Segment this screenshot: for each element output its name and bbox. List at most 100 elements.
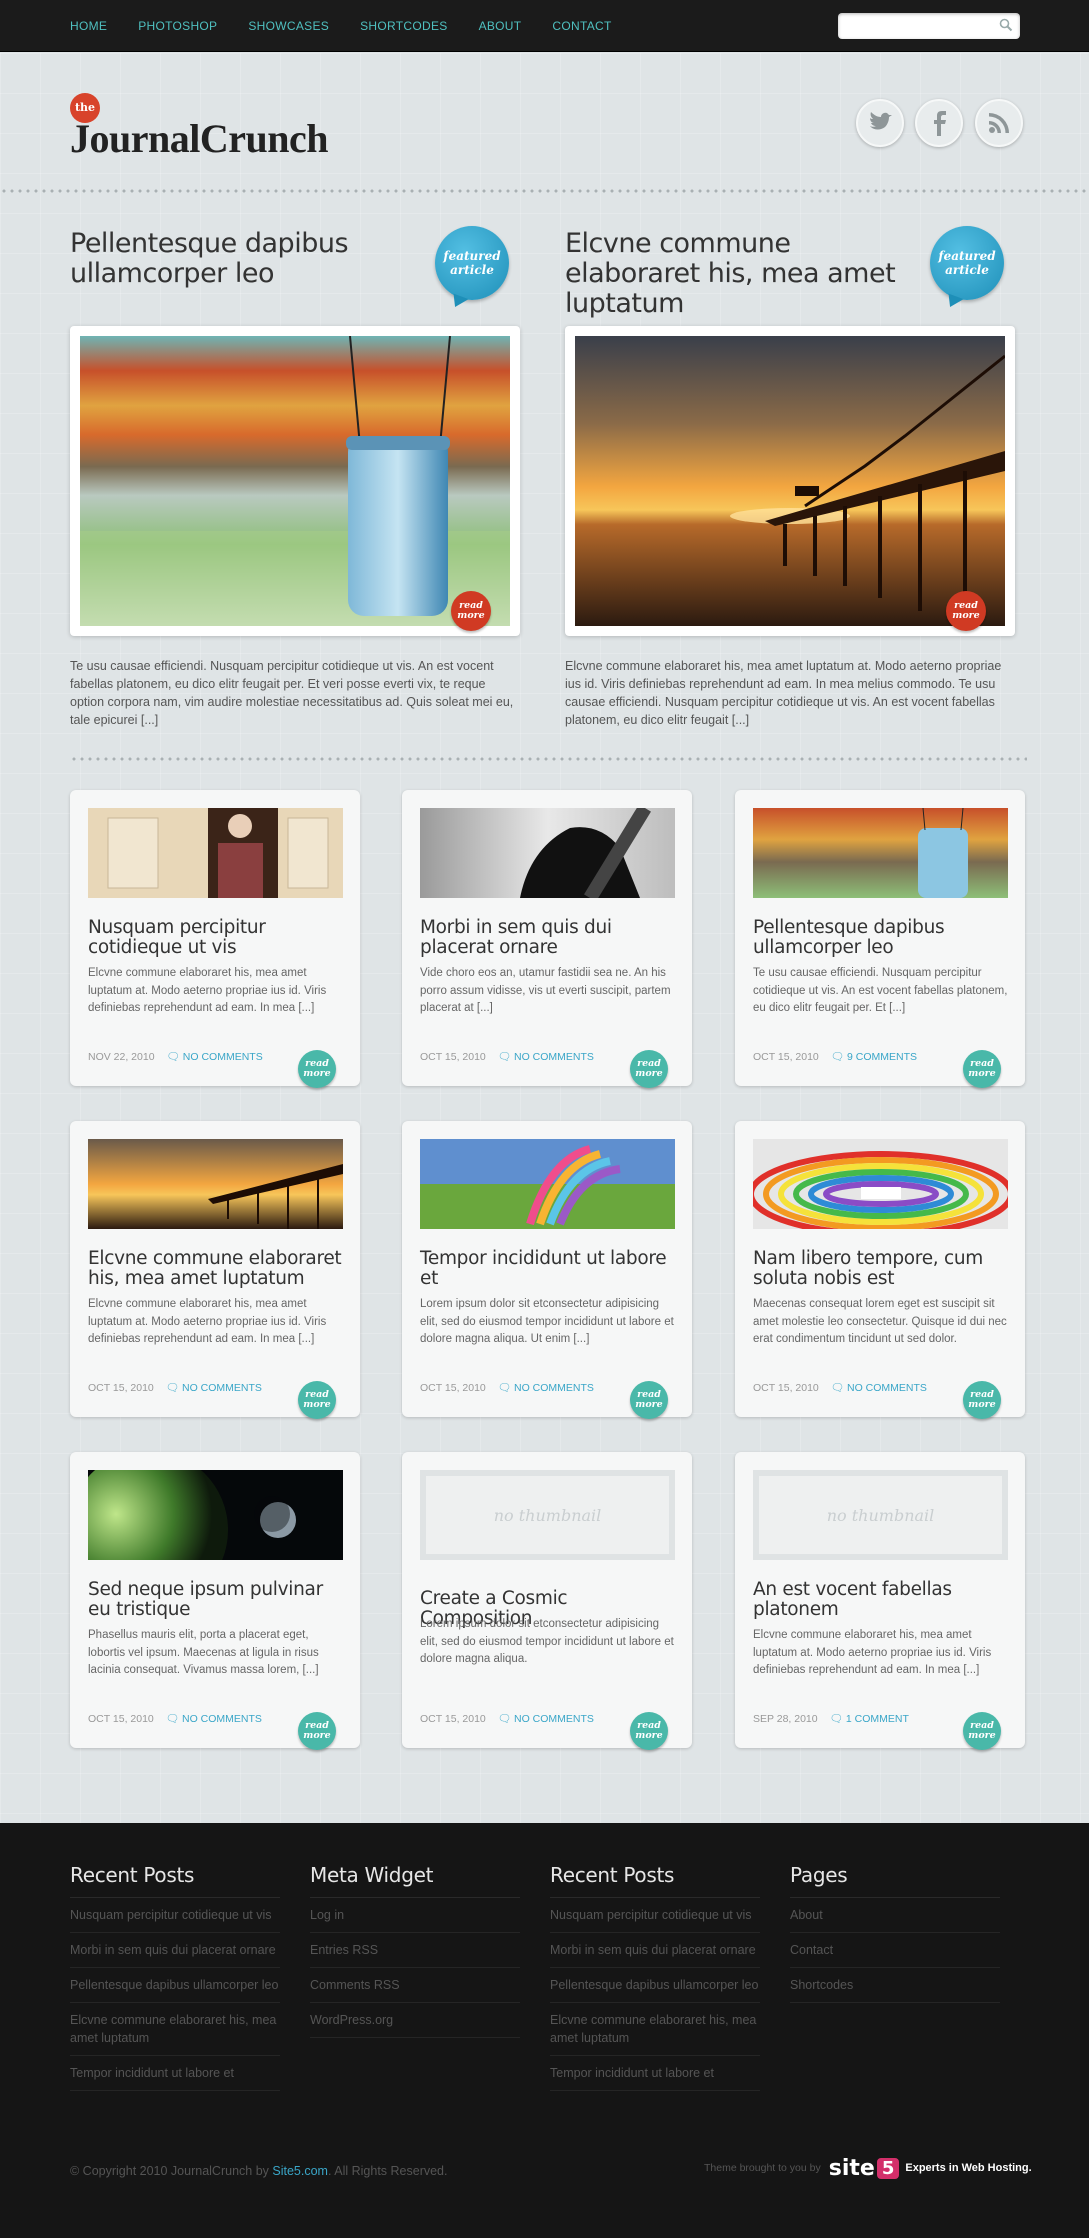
read-more-button[interactable]: read more: [963, 1050, 1001, 1088]
post-card: Sed neque ipsum pulvinar eu tristique Ph…: [70, 1452, 360, 1750]
post-card: Tempor incididunt ut labore et Lorem ips…: [402, 1121, 692, 1419]
site5-logo[interactable]: site 5: [829, 2156, 900, 2181]
comments-link[interactable]: 🗨 NO COMMENTS: [831, 1382, 927, 1394]
read-more-button[interactable]: read more: [963, 1381, 1001, 1419]
post-thumbnail[interactable]: [420, 808, 675, 898]
footer-link[interactable]: About: [790, 1898, 1000, 1933]
post-date: OCT 15, 2010: [420, 1713, 486, 1725]
site5-link[interactable]: Site5.com: [272, 2164, 328, 2178]
main-nav: HOME PHOTOSHOP SHOWCASES SHORTCODES ABOU…: [70, 0, 643, 52]
search-input[interactable]: [838, 13, 988, 39]
facebook-button[interactable]: [915, 99, 963, 147]
nav-home[interactable]: HOME: [70, 19, 107, 33]
post-title[interactable]: Elcvne commune elaboraret his, mea amet …: [88, 1249, 348, 1289]
nav-photoshop[interactable]: PHOTOSHOP: [138, 19, 217, 33]
post-title[interactable]: An est vocent fabellas platonem: [753, 1580, 1013, 1620]
footer-link[interactable]: Elcvne commune elaboraret his, mea amet …: [70, 2003, 280, 2056]
rss-button[interactable]: [975, 99, 1023, 147]
post-date: NOV 22, 2010: [88, 1051, 155, 1063]
post-date: OCT 15, 2010: [420, 1382, 486, 1394]
footer-link[interactable]: Log in: [310, 1898, 520, 1933]
post-thumbnail[interactable]: [88, 808, 343, 898]
post-meta: OCT 15, 2010 🗨 NO COMMENTS: [88, 1381, 262, 1394]
comments-link[interactable]: 🗨 NO COMMENTS: [167, 1051, 263, 1063]
search-icon[interactable]: [999, 18, 1013, 32]
post-thumbnail[interactable]: [420, 1139, 675, 1229]
featured-badge: featured article: [435, 226, 509, 300]
post-excerpt: Phasellus mauris elit, porta a placerat …: [88, 1629, 319, 1676]
footer-link[interactable]: Shortcodes: [790, 1968, 1000, 2003]
read-more-button[interactable]: read more: [630, 1050, 668, 1088]
post-title[interactable]: Morbi in sem quis dui placerat ornare: [420, 918, 680, 958]
post-thumbnail[interactable]: [753, 808, 1008, 898]
divider: [70, 757, 1027, 761]
footer-link[interactable]: Pellentesque dapibus ullamcorper leo: [550, 1968, 760, 2003]
credit-tagline: Experts in Web Hosting.: [905, 2162, 1032, 2174]
footer-link[interactable]: Nusquam percipitur cotidieque ut vis: [550, 1898, 760, 1933]
footer-link[interactable]: Comments RSS: [310, 1968, 520, 2003]
comments-count: NO COMMENTS: [182, 1051, 263, 1063]
read-more-button[interactable]: read more: [298, 1050, 336, 1088]
footer-link[interactable]: Entries RSS: [310, 1933, 520, 1968]
nav-shortcodes[interactable]: SHORTCODES: [360, 19, 447, 33]
footer-link[interactable]: Contact: [790, 1933, 1000, 1968]
read-more-button[interactable]: read more: [451, 591, 491, 631]
comments-link[interactable]: 🗨 NO COMMENTS: [498, 1713, 594, 1725]
post-excerpt: Te usu causae efficiendi. Nusquam percip…: [753, 967, 1008, 1014]
footer-link[interactable]: WordPress.org: [310, 2003, 520, 2038]
post-thumbnail[interactable]: [753, 1139, 1008, 1229]
featured-title[interactable]: Elcvne commune elaboraret his, mea amet …: [565, 229, 925, 319]
post-card: Pellentesque dapibus ullamcorper leo Te …: [735, 790, 1025, 1088]
nav-contact[interactable]: CONTACT: [552, 19, 611, 33]
rss-icon: [989, 113, 1009, 133]
site5-logo-number: 5: [876, 2157, 900, 2179]
footer-link[interactable]: Tempor incididunt ut labore et: [70, 2056, 280, 2091]
post-card: Elcvne commune elaboraret his, mea amet …: [70, 1121, 360, 1419]
comments-link[interactable]: 🗨 NO COMMENTS: [498, 1382, 594, 1394]
read-more-button[interactable]: read more: [630, 1381, 668, 1419]
read-more-button[interactable]: read more: [630, 1712, 668, 1750]
featured-title[interactable]: Pellentesque dapibus ullamcorper leo: [70, 229, 430, 289]
twitter-button[interactable]: [856, 99, 904, 147]
post-title[interactable]: Tempor incididunt ut labore et: [420, 1249, 680, 1289]
read-more-button[interactable]: read more: [963, 1712, 1001, 1750]
comments-link[interactable]: 🗨 NO COMMENTS: [166, 1382, 262, 1394]
footer-link[interactable]: Tempor incididunt ut labore et: [550, 2056, 760, 2091]
footer-widget-pages: Pages About Contact Shortcodes: [790, 1863, 1000, 2003]
post-card: Nam libero tempore, cum soluta nobis est…: [735, 1121, 1025, 1419]
comments-link[interactable]: 🗨 NO COMMENTS: [166, 1713, 262, 1725]
post-title[interactable]: Pellentesque dapibus ullamcorper leo: [753, 918, 1013, 958]
footer-link[interactable]: Pellentesque dapibus ullamcorper leo: [70, 1968, 280, 2003]
featured-image[interactable]: read more: [70, 326, 520, 636]
comments-count: NO COMMENTS: [514, 1051, 594, 1063]
comments-count: NO COMMENTS: [182, 1382, 262, 1394]
read-more-button[interactable]: read more: [298, 1712, 336, 1750]
top-navigation-bar: HOME PHOTOSHOP SHOWCASES SHORTCODES ABOU…: [0, 0, 1089, 52]
post-title[interactable]: Sed neque ipsum pulvinar eu tristique: [88, 1580, 348, 1620]
featured-image[interactable]: read more: [565, 326, 1015, 636]
post-title[interactable]: Nam libero tempore, cum soluta nobis est: [753, 1249, 1013, 1289]
post-thumbnail[interactable]: [88, 1139, 343, 1229]
nav-showcases[interactable]: SHOWCASES: [248, 19, 329, 33]
post-title[interactable]: Nusquam percipitur cotidieque ut vis: [88, 918, 348, 958]
footer-link[interactable]: Morbi in sem quis dui placerat ornare: [70, 1933, 280, 1968]
comments-link[interactable]: 🗨 1 COMMENT: [830, 1713, 909, 1725]
comments-count: NO COMMENTS: [182, 1713, 262, 1725]
read-more-button[interactable]: read more: [298, 1381, 336, 1419]
jar-photo: [80, 336, 510, 626]
footer-widget-meta: Meta Widget Log in Entries RSS Comments …: [310, 1863, 520, 2038]
footer-widget-recent-posts: Recent Posts Nusquam percipitur cotidieq…: [70, 1863, 280, 2091]
featured-badge: featured article: [930, 226, 1004, 300]
nav-about[interactable]: ABOUT: [479, 19, 522, 33]
post-date: SEP 28, 2010: [753, 1713, 818, 1725]
footer-link[interactable]: Nusquam percipitur cotidieque ut vis: [70, 1898, 280, 1933]
footer-link[interactable]: Morbi in sem quis dui placerat ornare: [550, 1933, 760, 1968]
footer-link[interactable]: Elcvne commune elaboraret his, mea amet …: [550, 2003, 760, 2056]
comments-link[interactable]: 🗨 NO COMMENTS: [498, 1051, 594, 1063]
read-more-button[interactable]: read more: [946, 591, 986, 631]
post-card: no thumbnail An est vocent fabellas plat…: [735, 1452, 1025, 1750]
post-meta: OCT 15, 2010 🗨 NO COMMENTS: [420, 1050, 594, 1063]
widget-title: Recent Posts: [550, 1863, 760, 1898]
comments-link[interactable]: 🗨 9 COMMENTS: [831, 1051, 917, 1063]
post-thumbnail[interactable]: [88, 1470, 343, 1560]
